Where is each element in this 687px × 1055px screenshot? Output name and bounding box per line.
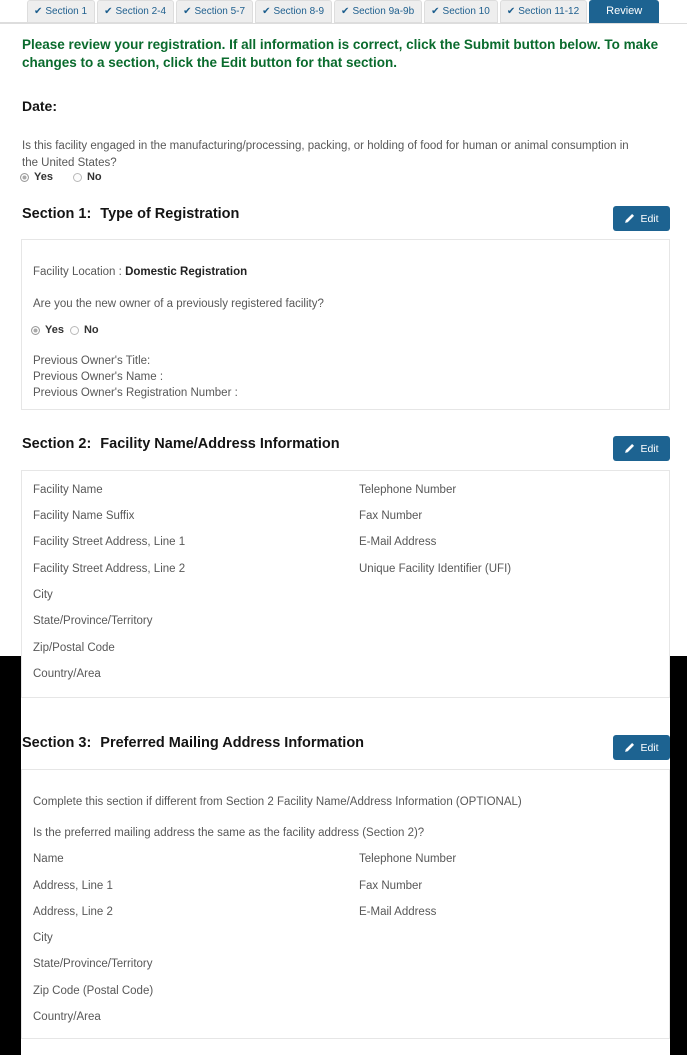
tab-label: Section 2-4 (115, 5, 167, 17)
field-label: Telephone Number (359, 484, 457, 496)
pencil-icon (625, 742, 635, 752)
facility-location-label: Facility Location : (33, 266, 122, 278)
section-2-card: Facility Name Facility Name Suffix Facil… (21, 470, 670, 698)
edit-button-label: Edit (640, 442, 659, 455)
date-heading: Date: (22, 98, 58, 114)
tab-section-8-9[interactable]: ✔ Section 8-9 (255, 0, 333, 23)
tab-label: Section 11-12 (518, 5, 580, 17)
section-title: Preferred Mailing Address Information (100, 735, 365, 751)
field-label: E-Mail Address (359, 906, 437, 918)
check-icon: ✔ (34, 5, 43, 17)
previous-owner-title-label: Previous Owner's Title: (33, 355, 151, 367)
section-1-heading: Section 1: Type of Registration (22, 206, 239, 222)
section-3-heading: Section 3: Preferred Mailing Address Info… (22, 735, 364, 751)
new-owner-radio-group: Yes No (31, 324, 99, 336)
radio-icon[interactable] (72, 172, 82, 182)
edit-button-section-1[interactable]: Edit (613, 206, 670, 231)
food-facility-radio-group: Yes No (20, 171, 102, 183)
facility-location-value: Domestic Registration (125, 266, 248, 278)
section-number: Section 2: (22, 436, 92, 452)
check-icon: ✔ (506, 5, 516, 17)
field-label: Zip/Postal Code (33, 642, 115, 654)
check-icon: ✔ (183, 5, 192, 17)
field-label: E-Mail Address (359, 536, 437, 548)
radio-option-no[interactable]: No (72, 171, 102, 183)
field-label: City (33, 932, 53, 944)
radio-icon[interactable] (69, 325, 79, 335)
tab-section-5-7[interactable]: ✔ Section 5-7 (176, 0, 254, 23)
check-icon: ✔ (341, 5, 350, 17)
previous-owner-name-label: Previous Owner's Name : (33, 371, 164, 383)
section-3-note: Complete this section if different from … (33, 796, 522, 808)
field-label: Country/Area (33, 668, 101, 680)
section-tabs: ✔ Section 1 ✔ Section 2-4 ✔ Section 5-7 … (0, 0, 687, 24)
section-number: Section 1: (22, 206, 92, 222)
review-instructions: Please review your registration. If all … (22, 37, 659, 71)
radio-option-no[interactable]: No (69, 324, 99, 336)
tab-section-9a-9b[interactable]: ✔ Section 9a-9b (334, 0, 423, 23)
tabbar-lead-spacer (0, 0, 27, 23)
tab-section-11-12[interactable]: ✔ Section 11-12 (499, 0, 588, 23)
field-label: City (33, 589, 53, 601)
tabbar-tail-spacer (661, 0, 687, 23)
tab-label: Section 1 (45, 5, 88, 17)
field-label: Country/Area (33, 1011, 101, 1023)
new-owner-question: Are you the new owner of a previously re… (33, 298, 324, 310)
radio-label: Yes (34, 171, 53, 183)
tab-section-2-4[interactable]: ✔ Section 2-4 (97, 0, 175, 23)
check-icon: ✔ (104, 5, 113, 17)
facility-location-row: Facility Location : Domestic Registratio… (33, 266, 247, 278)
radio-label: No (86, 171, 102, 183)
field-label: Unique Facility Identifier (UFI) (359, 563, 512, 575)
edit-button-label: Edit (640, 741, 659, 754)
tab-label: Section 8-9 (273, 5, 325, 17)
previous-owner-registration-label: Previous Owner's Registration Number : (33, 387, 238, 399)
field-label: Facility Street Address, Line 1 (33, 536, 186, 548)
section-2-heading: Section 2: Facility Name/Address Informat… (22, 436, 340, 452)
tab-label: Section 5-7 (194, 5, 246, 17)
section-title: Type of Registration (100, 206, 240, 222)
radio-label: Yes (45, 324, 64, 336)
section-1-card: Facility Location : Domestic Registratio… (21, 239, 670, 410)
field-label: State/Province/Territory (33, 958, 153, 970)
tab-section-1[interactable]: ✔ Section 1 (27, 0, 96, 23)
tab-review[interactable]: Review (589, 0, 660, 23)
tab-label: Review (606, 5, 643, 17)
section-title: Facility Name/Address Information (100, 436, 340, 452)
field-label: Fax Number (359, 510, 423, 522)
radio-option-yes[interactable]: Yes (31, 324, 64, 336)
tab-section-10[interactable]: ✔ Section 10 (424, 0, 498, 23)
field-label: Facility Name (33, 484, 103, 496)
left-black-band (0, 656, 21, 1055)
tab-label: Section 9a-9b (352, 5, 415, 17)
field-label: Facility Name Suffix (33, 510, 135, 522)
field-label: Address, Line 2 (33, 906, 113, 918)
edit-button-section-2[interactable]: Edit (613, 436, 670, 461)
field-label: Zip Code (Postal Code) (33, 985, 154, 997)
edit-button-section-3[interactable]: Edit (613, 735, 670, 760)
field-label: Facility Street Address, Line 2 (33, 563, 186, 575)
check-icon: ✔ (262, 5, 271, 17)
check-icon: ✔ (431, 5, 440, 17)
pencil-icon (625, 213, 635, 223)
field-label: Address, Line 1 (33, 880, 113, 892)
edit-button-label: Edit (640, 212, 659, 225)
review-page: ✔ Section 1 ✔ Section 2-4 ✔ Section 5-7 … (0, 0, 687, 1055)
field-label: Fax Number (359, 880, 423, 892)
radio-label: No (83, 324, 99, 336)
right-black-band (670, 656, 687, 1055)
section-3-card: Complete this section if different from … (21, 769, 670, 1039)
tab-label: Section 10 (442, 5, 490, 17)
section-number: Section 3: (22, 735, 92, 751)
pencil-icon (625, 443, 635, 453)
radio-option-yes[interactable]: Yes (20, 171, 53, 183)
radio-icon[interactable] (20, 172, 29, 182)
field-label: Telephone Number (359, 853, 457, 865)
section-3-question: Is the preferred mailing address the sam… (33, 827, 425, 839)
field-label: Name (33, 853, 64, 865)
radio-icon[interactable] (31, 325, 40, 335)
field-label: State/Province/Territory (33, 615, 153, 627)
food-facility-question: Is this facility engaged in the manufact… (22, 140, 629, 169)
